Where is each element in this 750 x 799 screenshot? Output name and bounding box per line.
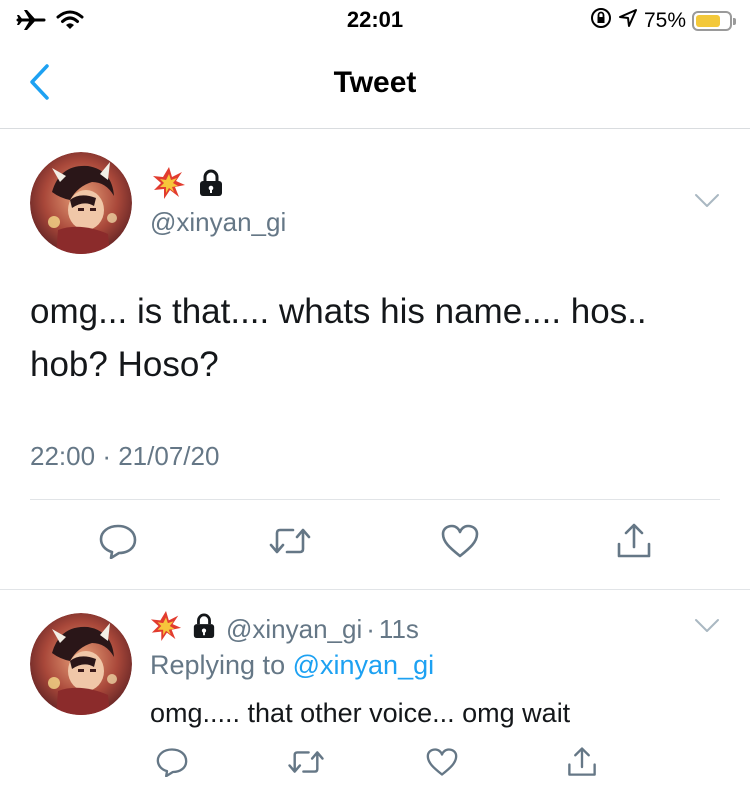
- tweet-date: 21/07/20: [118, 441, 220, 471]
- reply-header: @xinyan_gi · 11s: [150, 610, 419, 649]
- user-handle[interactable]: @xinyan_gi: [150, 207, 286, 238]
- tweet-age: 11s: [378, 614, 419, 644]
- share-button[interactable]: [612, 521, 656, 565]
- main-tweet: @xinyan_gi omg... is that.... whats his …: [0, 129, 750, 590]
- nav-bar: Tweet: [0, 40, 750, 129]
- reply-button[interactable]: [96, 521, 140, 565]
- header-separator: ·: [366, 614, 375, 644]
- collision-emoji-icon: [150, 610, 182, 649]
- tweet-text: omg... is that.... whats his name.... ho…: [30, 285, 730, 391]
- status-bar: 22:01 75%: [0, 0, 750, 40]
- divider: [30, 499, 720, 500]
- share-icon: [566, 746, 598, 783]
- page-title: Tweet: [333, 66, 417, 99]
- battery-icon: [692, 11, 736, 31]
- meta-separator: ·: [102, 441, 111, 471]
- retweet-icon: [286, 748, 326, 781]
- retweet-icon: [267, 525, 313, 562]
- mention-link[interactable]: @xinyan_gi: [293, 650, 435, 680]
- tweet-actions: [0, 744, 750, 790]
- reply-icon: [155, 747, 189, 782]
- tweet-actions: [0, 521, 750, 573]
- tweet-text: omg..... that other voice... omg wait: [150, 698, 571, 728]
- collision-emoji-icon: [152, 166, 186, 205]
- chevron-down-icon: [694, 619, 720, 638]
- lock-icon: [192, 613, 216, 646]
- battery-level: [696, 15, 720, 27]
- heart-icon: [425, 747, 459, 782]
- tweet-text-line: omg... is that.... whats his name.... ho…: [30, 292, 647, 331]
- tweet-options-button[interactable]: [694, 618, 720, 639]
- heart-icon: [440, 523, 480, 564]
- reply-icon: [98, 523, 138, 564]
- like-button[interactable]: [422, 744, 462, 784]
- retweet-button[interactable]: [266, 521, 314, 565]
- rotation-lock-icon: [590, 7, 612, 35]
- tweet-timestamp[interactable]: 22:00 · 21/07/20: [30, 441, 219, 472]
- tweet-time: 22:00: [30, 441, 96, 471]
- user-handle[interactable]: @xinyan_gi: [226, 614, 362, 645]
- replying-prefix: Replying to: [150, 650, 286, 680]
- retweet-button[interactable]: [284, 744, 328, 784]
- reply-tweet[interactable]: @xinyan_gi · 11s Replying to @xinyan_gi …: [0, 590, 750, 799]
- lock-icon: [198, 169, 224, 202]
- location-icon: [618, 8, 638, 34]
- like-button[interactable]: [438, 521, 482, 565]
- reply-button[interactable]: [152, 744, 192, 784]
- tweet-text-line: hob? Hoso?: [30, 345, 219, 384]
- share-icon: [615, 522, 653, 565]
- tweet-options-button[interactable]: [694, 193, 720, 214]
- avatar[interactable]: [30, 152, 132, 254]
- status-right-icons: 75%: [590, 7, 736, 35]
- share-button[interactable]: [562, 744, 602, 784]
- avatar[interactable]: [30, 613, 132, 715]
- replying-to: Replying to @xinyan_gi: [150, 650, 434, 681]
- battery-percent: 75%: [643, 9, 686, 32]
- display-name: [152, 166, 224, 205]
- chevron-down-icon: [694, 194, 720, 213]
